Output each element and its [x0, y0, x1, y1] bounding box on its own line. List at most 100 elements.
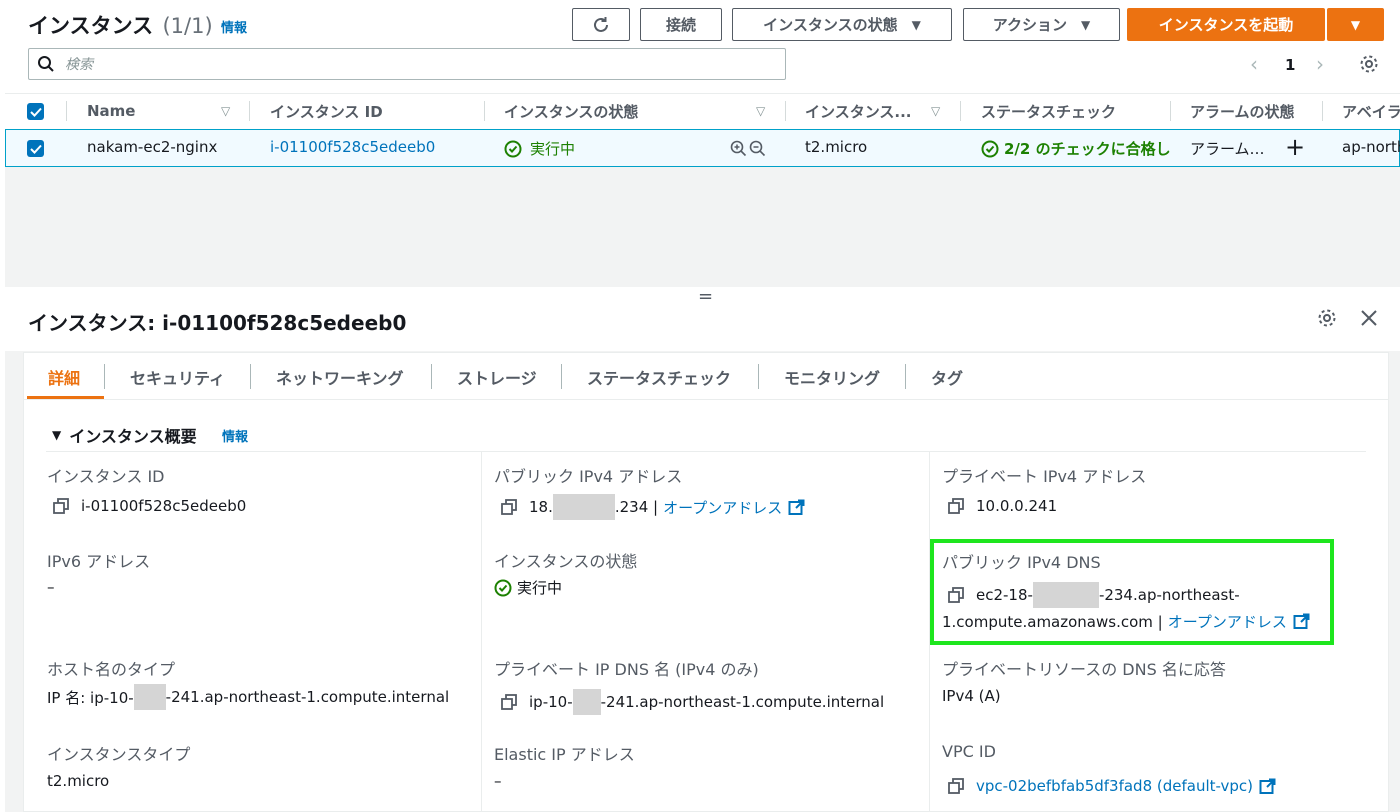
public-dns-label: パブリック IPv4 DNS	[942, 553, 1101, 572]
search-placeholder: 検索	[65, 57, 93, 73]
private-dns-label: プライベート IP DNS 名 (IPv4 のみ)	[494, 660, 759, 679]
section-title: インスタンス概要	[69, 427, 197, 446]
hostname-type-label: ホスト名のタイプ	[47, 660, 176, 679]
row-state-text: 実行中	[530, 140, 576, 158]
tab-networking[interactable]: ネットワーキング	[276, 365, 404, 389]
add-alarm-icon[interactable]: +	[1285, 133, 1305, 161]
instance-id-value: i-01100f528c5edeeb0	[53, 497, 246, 515]
column-header-instance-type[interactable]: インスタンス...	[805, 98, 920, 124]
settings-icon[interactable]	[1359, 54, 1379, 74]
caret-down-icon: ▼	[911, 17, 921, 32]
row-instance-type: t2.micro	[805, 138, 868, 156]
sort-icon[interactable]: ▽	[221, 104, 230, 118]
sort-icon[interactable]: ▽	[756, 104, 765, 118]
sort-icon[interactable]: ▽	[931, 104, 940, 118]
tab-security[interactable]: セキュリティ	[130, 365, 225, 389]
copy-icon[interactable]	[501, 499, 517, 515]
column-header-alarm-status[interactable]: アラームの状態	[1190, 98, 1295, 124]
external-link-icon[interactable]	[788, 499, 805, 516]
copy-icon[interactable]	[948, 587, 964, 603]
row-status-check-text: 2/2 のチェックに合格し	[1004, 140, 1171, 158]
launch-dropdown-button[interactable]: ▼	[1327, 8, 1384, 41]
column-header-status-check[interactable]: ステータスチェック	[981, 98, 1116, 124]
vpc-id-value: vpc-02befbfab5df3fad8 (default-vpc)	[948, 777, 1276, 795]
redacted-block	[133, 684, 166, 710]
instance-count: (1/1)	[162, 14, 213, 38]
instance-state-value: 実行中	[494, 577, 562, 598]
instance-type-label: インスタンスタイプ	[47, 745, 191, 764]
column-header-instance-id[interactable]: インスタンス ID	[270, 98, 383, 124]
section-info-link[interactable]: 情報	[222, 426, 248, 445]
refresh-button[interactable]	[572, 8, 630, 41]
caret-down-icon: ▼	[1350, 17, 1361, 32]
copy-icon[interactable]	[53, 498, 69, 514]
copy-icon[interactable]	[948, 778, 964, 794]
prev-page-icon[interactable]: ‹	[1250, 52, 1258, 76]
info-link[interactable]: 情報	[221, 17, 247, 36]
section-toggle[interactable]: ▼ インスタンス概要	[52, 423, 197, 447]
copy-icon[interactable]	[948, 498, 964, 514]
connect-button[interactable]: 接続	[640, 8, 722, 41]
private-ipv4-value: 10.0.0.241	[948, 497, 1057, 515]
row-name: nakam-ec2-nginx	[87, 138, 218, 156]
private-dns-value: ip-10- -241.ap-northeast-1.compute.intern…	[501, 689, 884, 715]
row-status-check: 2/2 のチェックに合格し	[981, 138, 1171, 159]
actions-button[interactable]: アクション ▼	[963, 8, 1120, 41]
launch-instance-button[interactable]: インスタンスを起動	[1127, 8, 1325, 41]
page-number[interactable]: 1	[1285, 56, 1295, 74]
private-resource-dns-label: プライベートリソースの DNS 名に応答	[942, 660, 1226, 679]
instance-state-label: インスタンスの状態	[494, 552, 638, 571]
external-link-icon[interactable]	[1259, 778, 1276, 795]
zoom-out-icon[interactable]	[749, 140, 766, 157]
column-header-availability-zone[interactable]: アベイラ	[1342, 98, 1400, 124]
table-empty-area	[5, 167, 1400, 287]
check-circle-icon	[504, 140, 522, 157]
private-resource-dns-value: IPv4 (A)	[942, 687, 1001, 705]
row-state: 実行中	[504, 138, 575, 159]
hostname-type-value: IP 名: ip-10- -241.ap-northeast-1.compute.…	[47, 684, 449, 710]
ipv6-value: –	[47, 578, 55, 596]
open-address-link[interactable]: オープンアドレス	[663, 497, 782, 518]
detail-title: インスタンス: i-01100f528c5edeeb0	[28, 311, 407, 335]
instance-state-button[interactable]: インスタンスの状態 ▼	[732, 8, 952, 41]
tab-details[interactable]: 詳細	[48, 365, 80, 389]
settings-icon[interactable]	[1317, 308, 1337, 328]
row-alarm: アラーム…	[1190, 140, 1265, 158]
refresh-icon	[594, 16, 608, 32]
check-icon	[29, 107, 42, 117]
vpc-id-link[interactable]: vpc-02befbfab5df3fad8 (default-vpc)	[976, 777, 1253, 795]
column-header-name[interactable]: Name	[87, 98, 135, 124]
check-circle-icon	[981, 140, 999, 157]
check-circle-icon	[494, 579, 512, 596]
external-link-icon[interactable]	[1293, 613, 1310, 630]
public-dns-value: ec2-18- -234.ap-northeast-	[948, 582, 1240, 608]
search-icon	[38, 56, 54, 72]
column-header-instance-state[interactable]: インスタンスの状態	[504, 98, 638, 124]
tab-monitoring[interactable]: モニタリング	[784, 365, 880, 389]
zoom-in-icon[interactable]	[730, 140, 747, 157]
instance-type-value: t2.micro	[47, 772, 110, 790]
tab-status-checks[interactable]: ステータスチェック	[587, 365, 731, 389]
page-title: インスタンス (1/1)	[28, 10, 213, 40]
elastic-ip-label: Elastic IP アドレス	[494, 745, 635, 764]
select-all-checkbox[interactable]	[27, 103, 44, 120]
resize-handle[interactable]: =	[698, 286, 713, 307]
copy-icon[interactable]	[501, 694, 517, 710]
ipv6-label: IPv6 アドレス	[47, 552, 151, 571]
close-icon[interactable]	[1360, 309, 1378, 327]
row-checkbox[interactable]	[27, 140, 44, 157]
caret-down-icon: ▼	[52, 428, 62, 442]
redacted-block	[1032, 582, 1099, 608]
next-page-icon[interactable]: ›	[1316, 52, 1324, 76]
caret-down-icon: ▼	[1081, 17, 1091, 32]
public-ipv4-label: パブリック IPv4 アドレス	[494, 467, 683, 486]
elastic-ip-value: –	[494, 772, 502, 790]
public-ipv4-value: 18. .234 | オープンアドレス	[501, 494, 805, 520]
open-address-link[interactable]: オープンアドレス	[1168, 611, 1287, 632]
private-ipv4-label: プライベート IPv4 アドレス	[942, 467, 1147, 486]
tab-tags[interactable]: タグ	[931, 365, 963, 389]
search-input[interactable]: 検索	[28, 48, 786, 80]
row-availability-zone: ap-north	[1342, 138, 1400, 156]
row-instance-id-link[interactable]: i-01100f528c5edeeb0	[270, 138, 435, 156]
tab-storage[interactable]: ストレージ	[457, 365, 537, 389]
